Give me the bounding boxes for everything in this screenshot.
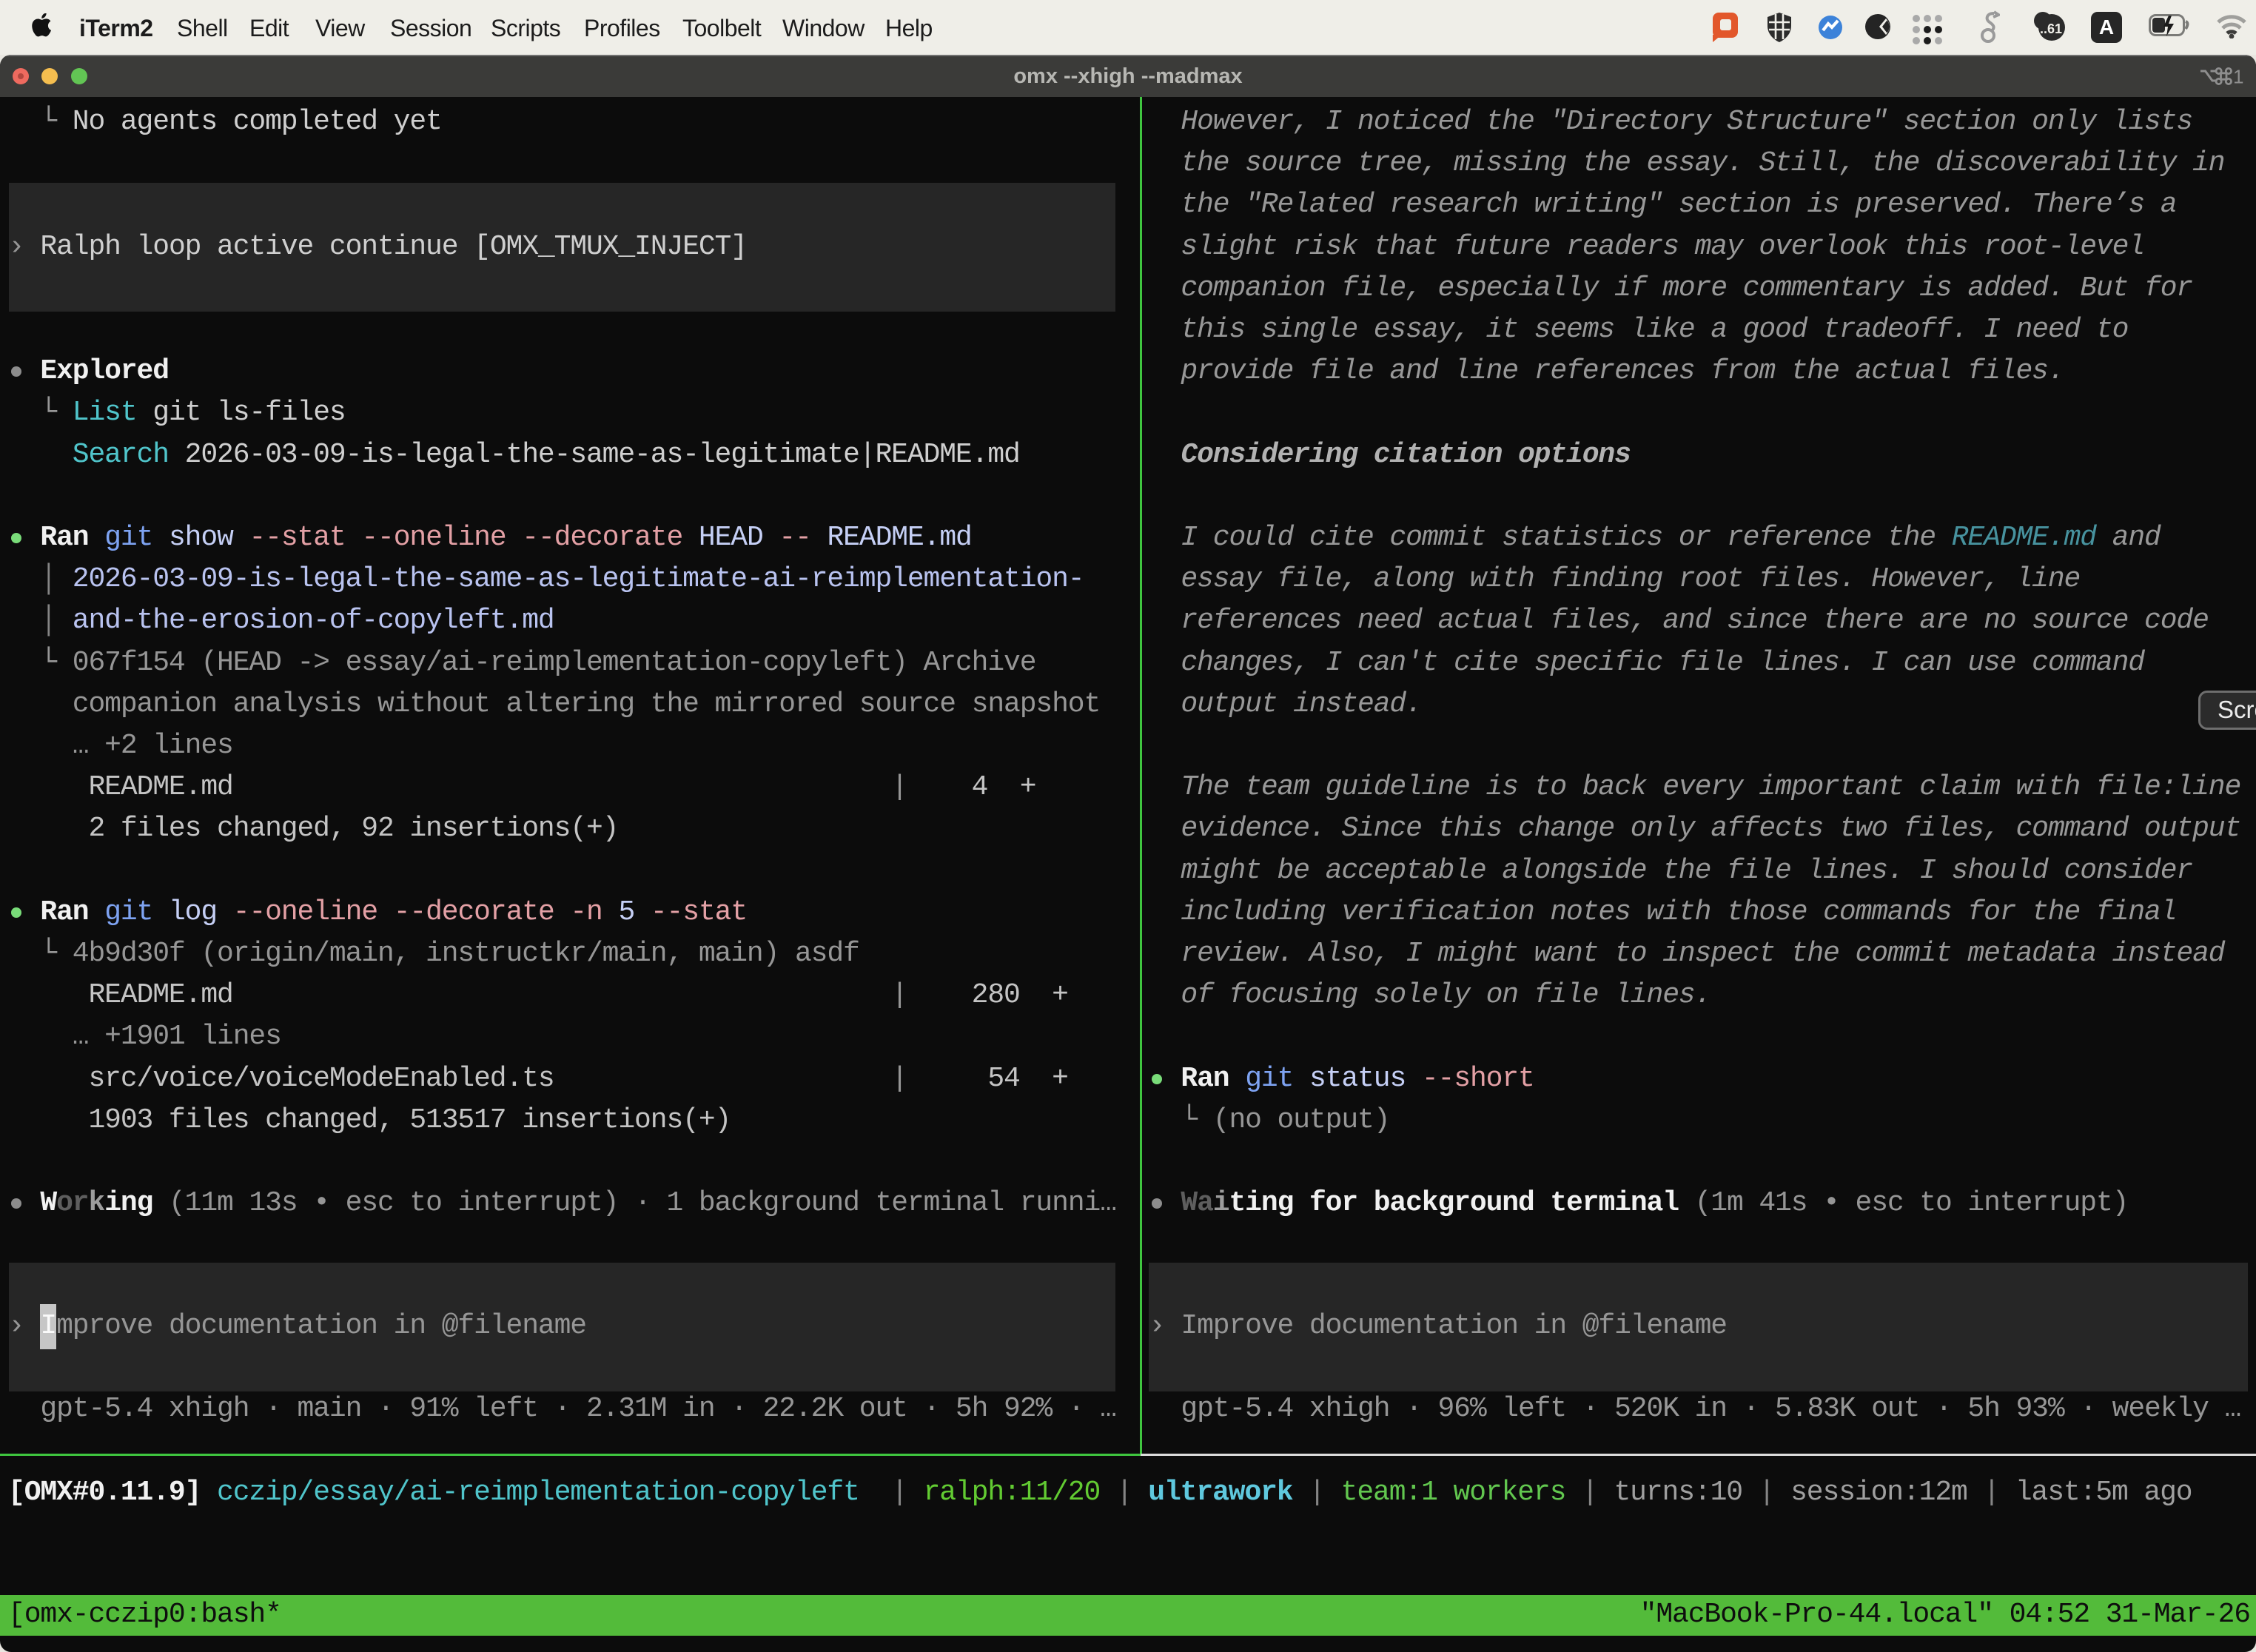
- svg-text:1: 1: [2233, 67, 2243, 86]
